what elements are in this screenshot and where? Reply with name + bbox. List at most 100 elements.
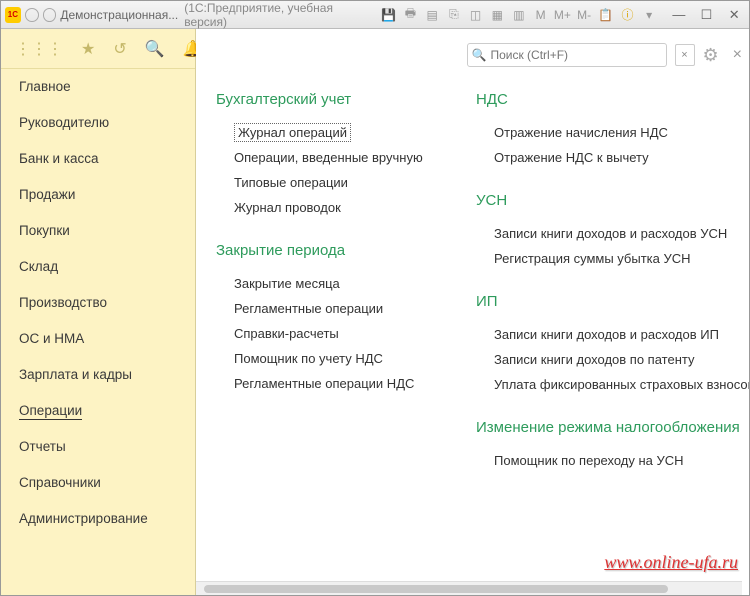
sidebar-item-0[interactable]: Главное bbox=[1, 69, 195, 105]
content-col-1: Бухгалтерский учет Журнал операций Операци… bbox=[216, 91, 456, 555]
section-title[interactable]: Изменение режима налогообложения bbox=[476, 419, 749, 436]
sidebar-item-label: Продажи bbox=[19, 187, 75, 202]
compare-icon[interactable]: ◫ bbox=[467, 6, 485, 24]
menu-link[interactable]: Уплата фиксированных страховых взносов bbox=[476, 372, 749, 397]
section-title[interactable]: ИП bbox=[476, 293, 749, 310]
section-title[interactable]: НДС bbox=[476, 91, 749, 108]
menu-link-label: Записи книги доходов по патенту bbox=[494, 352, 694, 367]
sidebar-item-label: Банк и касса bbox=[19, 151, 99, 166]
sidebar-item-label: Производство bbox=[19, 295, 107, 310]
doc-icon[interactable]: ▤ bbox=[423, 6, 441, 24]
calc-icon[interactable]: ▥ bbox=[510, 6, 528, 24]
sidebar-item-2[interactable]: Банк и касса bbox=[1, 141, 195, 177]
menu-link[interactable]: Помощник по учету НДС bbox=[216, 346, 456, 371]
print-icon[interactable]: 🖶 bbox=[402, 6, 420, 24]
sidebar-item-label: Главное bbox=[19, 79, 71, 94]
menu-link-label: Регламентные операции bbox=[234, 301, 383, 316]
search-input[interactable] bbox=[490, 48, 661, 62]
menu-link[interactable]: Помощник по переходу на УСН bbox=[476, 448, 749, 473]
mem-mminus-icon[interactable]: M- bbox=[575, 6, 593, 24]
history-icon[interactable]: ↺ bbox=[113, 39, 126, 59]
window-title: Демонстрационная... bbox=[60, 8, 178, 22]
star-icon[interactable]: ★ bbox=[81, 39, 95, 59]
main-toolbar: 🔍 × ⚙ × bbox=[196, 29, 749, 73]
mem-mplus-icon[interactable]: M+ bbox=[554, 6, 572, 24]
menu-link[interactable]: Записи книги доходов по патенту bbox=[476, 347, 749, 372]
horizontal-scrollbar[interactable] bbox=[196, 581, 742, 595]
maximize-button[interactable]: ☐ bbox=[696, 6, 718, 24]
sidebar-item-label: Руководителю bbox=[19, 115, 109, 130]
sidebar-item-3[interactable]: Продажи bbox=[1, 177, 195, 213]
menu-link[interactable]: Справки-расчеты bbox=[216, 321, 456, 346]
sidebar-item-8[interactable]: Зарплата и кадры bbox=[1, 357, 195, 393]
menu-link[interactable]: Типовые операции bbox=[216, 170, 456, 195]
menu-link-label: Регистрация суммы убытка УСН bbox=[494, 251, 691, 266]
menu-link-label: Уплата фиксированных страховых взносов bbox=[494, 377, 749, 392]
gear-icon[interactable]: ⚙ bbox=[703, 45, 719, 66]
search-icon[interactable]: 🔍 bbox=[145, 39, 165, 59]
close-button[interactable]: ✕ bbox=[723, 6, 745, 24]
content-col-2: НДС Отражение начисления НДС Отражение НДС… bbox=[476, 91, 749, 555]
app-logo-icon: 1C bbox=[5, 7, 21, 23]
search-clear-button[interactable]: × bbox=[675, 44, 695, 66]
titlebar: 1C Демонстрационная... (1С:Предприятие, … bbox=[1, 1, 749, 29]
menu-link[interactable]: Журнал операций bbox=[216, 120, 456, 145]
menu-link-label: Помощник по учету НДС bbox=[234, 351, 383, 366]
info-icon[interactable]: ⓘ bbox=[619, 6, 637, 24]
sidebar-item-7[interactable]: ОС и НМА bbox=[1, 321, 195, 357]
menu-link[interactable]: Записи книги доходов и расходов УСН bbox=[476, 221, 749, 246]
sidebar-item-9[interactable]: Операции bbox=[1, 393, 195, 429]
sidebar-list: Главное Руководителю Банк и касса Продажи По… bbox=[1, 69, 195, 595]
section-title[interactable]: Бухгалтерский учет bbox=[216, 91, 456, 108]
sidebar-item-label: ОС и НМА bbox=[19, 331, 84, 346]
apps-icon[interactable]: ⋮⋮⋮ bbox=[15, 39, 63, 59]
menu-link[interactable]: Регламентные операции bbox=[216, 296, 456, 321]
menu-link-label: Регламентные операции НДС bbox=[234, 376, 414, 391]
app-window: 1C Демонстрационная... (1С:Предприятие, … bbox=[0, 0, 750, 596]
menu-link[interactable]: Отражение начисления НДС bbox=[476, 120, 749, 145]
menu-link-label: Закрытие месяца bbox=[234, 276, 340, 291]
sidebar-item-6[interactable]: Производство bbox=[1, 285, 195, 321]
clipboard-icon[interactable]: 📋 bbox=[597, 6, 615, 24]
menu-link-label: Справки-расчеты bbox=[234, 326, 339, 341]
search-input-wrap[interactable]: 🔍 bbox=[467, 43, 667, 67]
sidebar-item-10[interactable]: Отчеты bbox=[1, 429, 195, 465]
dropdown-icon[interactable]: ▾ bbox=[640, 6, 658, 24]
menu-link[interactable]: Записи книги доходов и расходов ИП bbox=[476, 322, 749, 347]
link-icon[interactable]: ⎘ bbox=[445, 6, 463, 24]
menu-link-label: Отражение начисления НДС bbox=[494, 125, 668, 140]
section-title[interactable]: Закрытие периода bbox=[216, 242, 456, 259]
menu-link-label: Записи книги доходов и расходов УСН bbox=[494, 226, 727, 241]
menu-link[interactable]: Журнал проводок bbox=[216, 195, 456, 220]
menu-link[interactable]: Отражение НДС к вычету bbox=[476, 145, 749, 170]
sidebar-item-label: Справочники bbox=[19, 475, 101, 490]
sidebar-item-5[interactable]: Склад bbox=[1, 249, 195, 285]
menu-link-label: Отражение НДС к вычету bbox=[494, 150, 649, 165]
nav-back-icon[interactable] bbox=[25, 8, 39, 22]
sidebar: ⋮⋮⋮ ★ ↺ 🔍 🔔 Главное Руководителю Банк и ка… bbox=[1, 29, 196, 595]
sidebar-item-label: Операции bbox=[19, 403, 82, 420]
menu-link[interactable]: Операции, введенные вручную bbox=[216, 145, 456, 170]
search-mag-icon: 🔍 bbox=[472, 48, 487, 62]
sidebar-item-11[interactable]: Справочники bbox=[1, 465, 195, 501]
calendar-icon[interactable]: ▦ bbox=[488, 6, 506, 24]
window-subtitle: (1С:Предприятие, учебная версия) bbox=[184, 1, 376, 29]
main-panel: 🔍 × ⚙ × Бухгалтерский учет Журнал операци… bbox=[196, 29, 749, 595]
sidebar-item-label: Склад bbox=[19, 259, 58, 274]
panel-close-icon[interactable]: × bbox=[733, 46, 742, 64]
sidebar-item-1[interactable]: Руководителю bbox=[1, 105, 195, 141]
menu-link-label: Журнал операций bbox=[234, 123, 351, 142]
mem-m-icon[interactable]: M bbox=[532, 6, 550, 24]
menu-link[interactable]: Регламентные операции НДС bbox=[216, 371, 456, 396]
sidebar-item-4[interactable]: Покупки bbox=[1, 213, 195, 249]
sidebar-item-12[interactable]: Администрирование bbox=[1, 501, 195, 537]
save-icon[interactable]: 💾 bbox=[380, 6, 398, 24]
menu-link-label: Помощник по переходу на УСН bbox=[494, 453, 684, 468]
section-title[interactable]: УСН bbox=[476, 192, 749, 209]
scrollbar-thumb[interactable] bbox=[204, 585, 668, 593]
sidebar-toolbar: ⋮⋮⋮ ★ ↺ 🔍 🔔 bbox=[1, 29, 195, 69]
minimize-button[interactable]: — bbox=[668, 6, 690, 24]
nav-fwd-icon[interactable] bbox=[43, 8, 57, 22]
menu-link[interactable]: Закрытие месяца bbox=[216, 271, 456, 296]
menu-link[interactable]: Регистрация суммы убытка УСН bbox=[476, 246, 749, 271]
